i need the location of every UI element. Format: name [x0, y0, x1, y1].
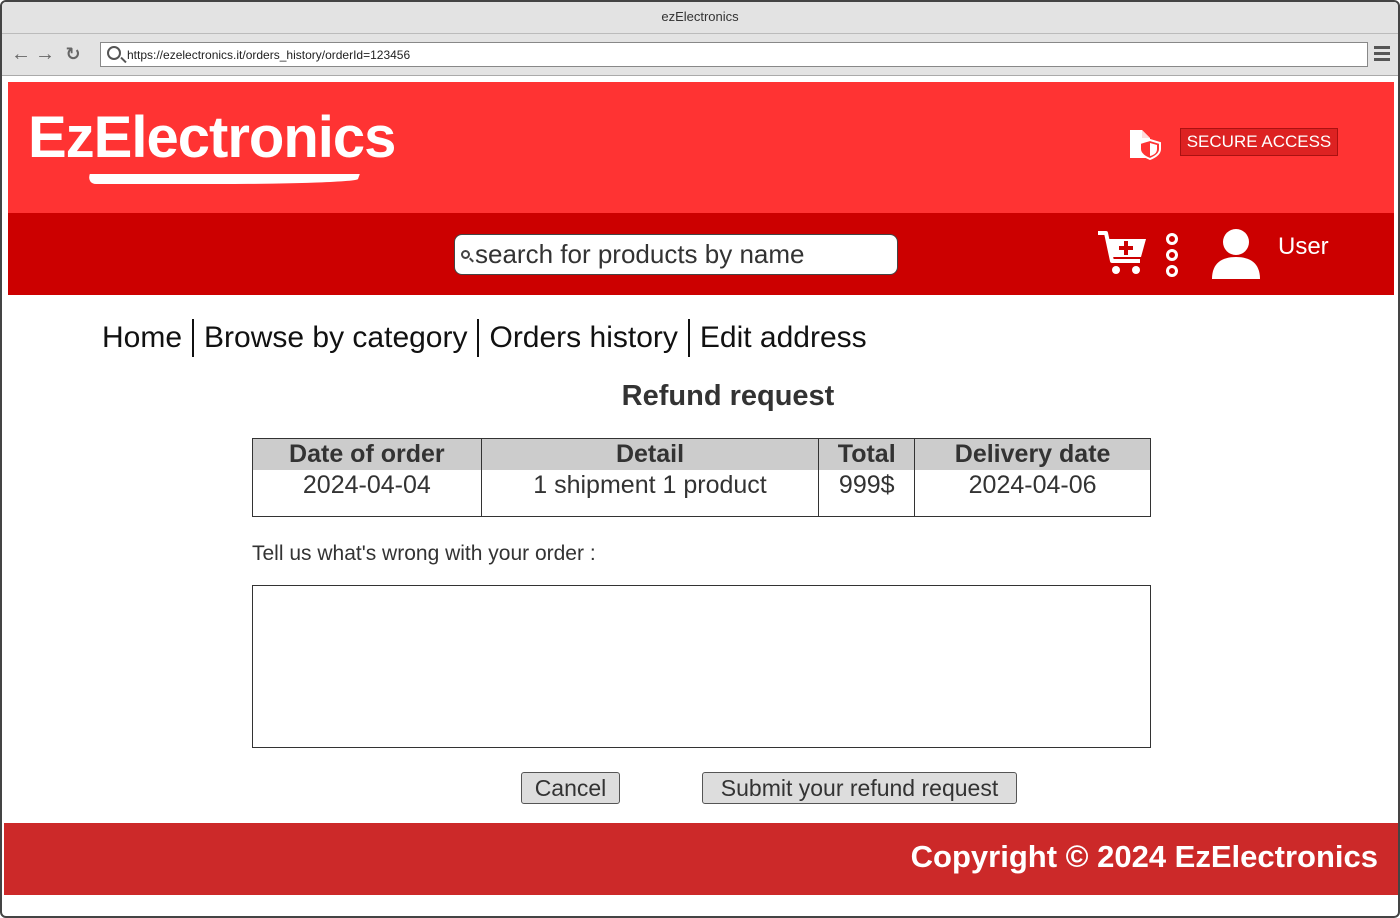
site-footer: Copyright © 2024 EzElectronics — [4, 823, 1398, 895]
search-box[interactable] — [454, 234, 898, 275]
column-header-total: Total — [818, 438, 916, 470]
copyright-text: Copyright © 2024 EzElectronics — [910, 839, 1378, 874]
forward-arrow-icon[interactable]: → — [34, 43, 56, 65]
site-logo[interactable]: EzElectronics — [28, 104, 396, 171]
hamburger-menu-icon[interactable] — [1374, 46, 1390, 62]
column-header-date-of-order: Date of order — [252, 438, 482, 470]
main-navigation: Home Browse by category Orders history E… — [102, 318, 877, 358]
search-input[interactable] — [475, 237, 890, 272]
browser-window: ezElectronics ← → ↻ https://ezelectronic… — [0, 0, 1400, 918]
nav-browse-by-category[interactable]: Browse by category — [194, 319, 480, 357]
nav-edit-address[interactable]: Edit address — [690, 319, 877, 357]
user-avatar-icon[interactable] — [1210, 227, 1262, 279]
cell-delivery-date: 2024-04-06 — [914, 469, 1151, 517]
user-label[interactable]: User — [1278, 233, 1329, 261]
search-icon — [461, 250, 470, 259]
search-icon — [107, 46, 121, 60]
back-arrow-icon[interactable]: ← — [10, 43, 32, 65]
order-summary-table: Date of order Detail Total Delivery date… — [252, 438, 1151, 517]
nav-orders-history[interactable]: Orders history — [479, 319, 690, 357]
refund-reason-label: Tell us what's wrong with your order : — [252, 542, 596, 565]
column-header-delivery-date: Delivery date — [914, 438, 1151, 470]
secure-access-button[interactable]: SECURE ACCESS — [1180, 128, 1338, 156]
table-header-row: Date of order Detail Total Delivery date — [252, 438, 1151, 470]
column-header-detail: Detail — [480, 438, 820, 470]
page-title: Refund request — [621, 380, 835, 412]
address-bar[interactable]: https://ezelectronics.it/orders_history/… — [100, 42, 1368, 67]
more-options-icon[interactable] — [1164, 233, 1180, 277]
submit-refund-button[interactable]: Submit your refund request — [702, 772, 1017, 804]
site-header: EzElectronics SECURE ACCESS — [8, 82, 1394, 213]
table-row: 2024-04-04 1 shipment 1 product 999$ 202… — [252, 469, 1151, 517]
logo-swoosh — [86, 174, 360, 184]
cell-total: 999$ — [818, 469, 916, 517]
search-bar-strip: User — [8, 213, 1394, 295]
cell-date-of-order: 2024-04-04 — [252, 469, 482, 517]
cancel-button[interactable]: Cancel — [521, 772, 620, 804]
secure-document-shield-icon — [1130, 130, 1161, 160]
browser-toolbar: ← → ↻ https://ezelectronics.it/orders_hi… — [2, 34, 1398, 76]
add-to-cart-icon[interactable] — [1098, 229, 1148, 277]
refund-reason-textarea[interactable] — [252, 585, 1151, 748]
reload-icon[interactable]: ↻ — [62, 43, 84, 65]
address-url: https://ezelectronics.it/orders_history/… — [127, 48, 411, 62]
nav-home[interactable]: Home — [102, 319, 195, 357]
window-title: ezElectronics — [2, 2, 1398, 34]
cell-detail: 1 shipment 1 product — [480, 469, 820, 517]
